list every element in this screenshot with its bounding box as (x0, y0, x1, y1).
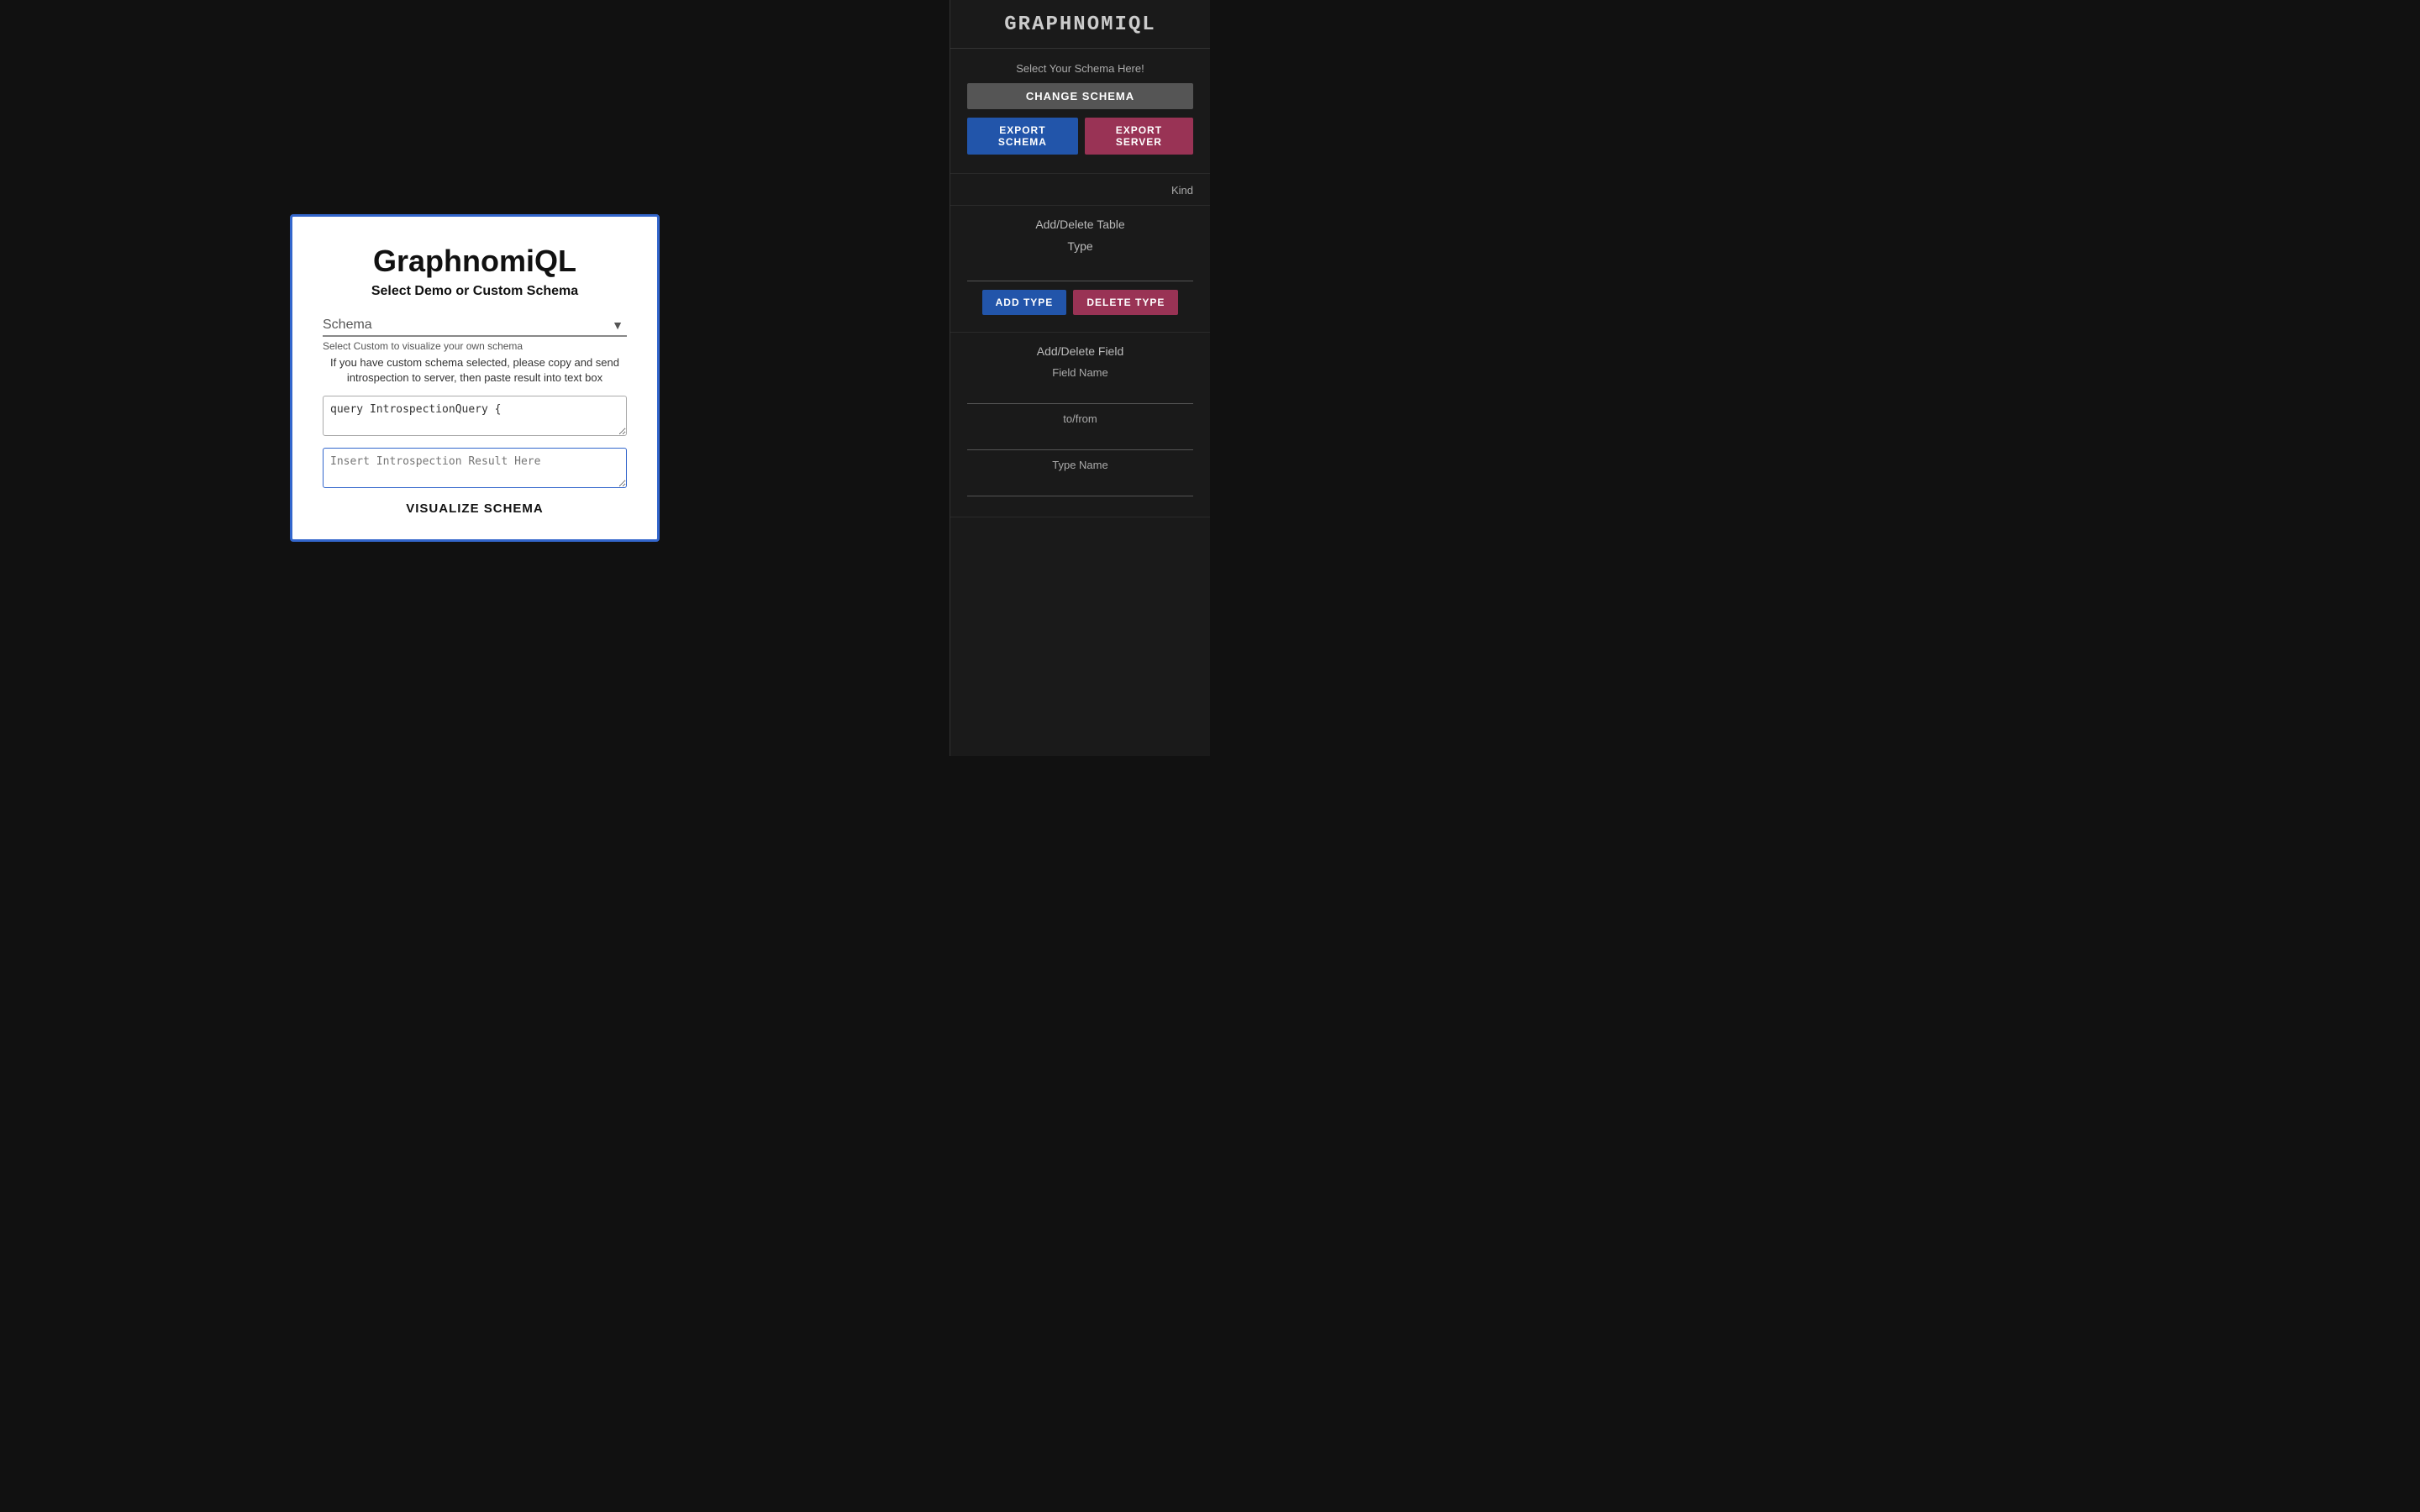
change-schema-button[interactable]: CHANGE SCHEMA (967, 83, 1193, 109)
sidebar: GRAPHNOMIQL Select Your Schema Here! CHA… (950, 0, 1210, 756)
export-buttons-row: EXPORT SCHEMA EXPORT SERVER (967, 118, 1193, 155)
introspection-query-textarea[interactable]: query IntrospectionQuery { (323, 396, 627, 436)
add-delete-field-label: Add/Delete Field (967, 344, 1193, 358)
field-name-input[interactable] (967, 384, 1193, 404)
sidebar-field-section: Add/Delete Field Field Name to/from Type… (950, 333, 1210, 517)
introspection-result-textarea[interactable] (323, 448, 627, 488)
to-from-input[interactable] (967, 430, 1193, 450)
schema-hint: Select Custom to visualize your own sche… (323, 340, 627, 352)
schema-select[interactable]: Schema (323, 314, 627, 337)
type-name-label: Type Name (967, 459, 1193, 471)
sidebar-type-section: Add/Delete Table Type ADD TYPE DELETE TY… (950, 206, 1210, 333)
sidebar-logo: GRAPHNOMIQL (967, 13, 1193, 36)
delete-type-button[interactable]: DELETE TYPE (1073, 290, 1178, 315)
export-server-button[interactable]: EXPORT SERVER (1085, 118, 1193, 155)
sidebar-schema-section: Select Your Schema Here! CHANGE SCHEMA E… (950, 49, 1210, 174)
sidebar-kind-section: Kind (950, 174, 1210, 206)
to-from-label: to/from (967, 412, 1193, 425)
type-input[interactable] (967, 261, 1193, 281)
schema-select-container: Schema ▼ (323, 314, 627, 337)
add-delete-table-label: Add/Delete Table (967, 218, 1193, 231)
schema-modal: GraphnomiQL Select Demo or Custom Schema… (290, 214, 660, 542)
add-type-button[interactable]: ADD TYPE (982, 290, 1067, 315)
kind-label: Kind (1171, 184, 1193, 197)
visualize-schema-button[interactable]: VISUALIZE SCHEMA (406, 501, 544, 516)
schema-description: If you have custom schema selected, plea… (323, 355, 627, 386)
type-action-buttons-row: ADD TYPE DELETE TYPE (967, 290, 1193, 315)
schema-select-label: Select Your Schema Here! (967, 62, 1193, 75)
main-area: GraphnomiQL Select Demo or Custom Schema… (0, 0, 950, 756)
sidebar-header: GRAPHNOMIQL (950, 0, 1210, 49)
export-schema-button[interactable]: EXPORT SCHEMA (967, 118, 1078, 155)
type-name-input[interactable] (967, 476, 1193, 496)
modal-title: GraphnomiQL (373, 244, 576, 279)
field-name-label: Field Name (967, 366, 1193, 379)
modal-subtitle: Select Demo or Custom Schema (371, 284, 578, 299)
type-label: Type (967, 239, 1193, 253)
